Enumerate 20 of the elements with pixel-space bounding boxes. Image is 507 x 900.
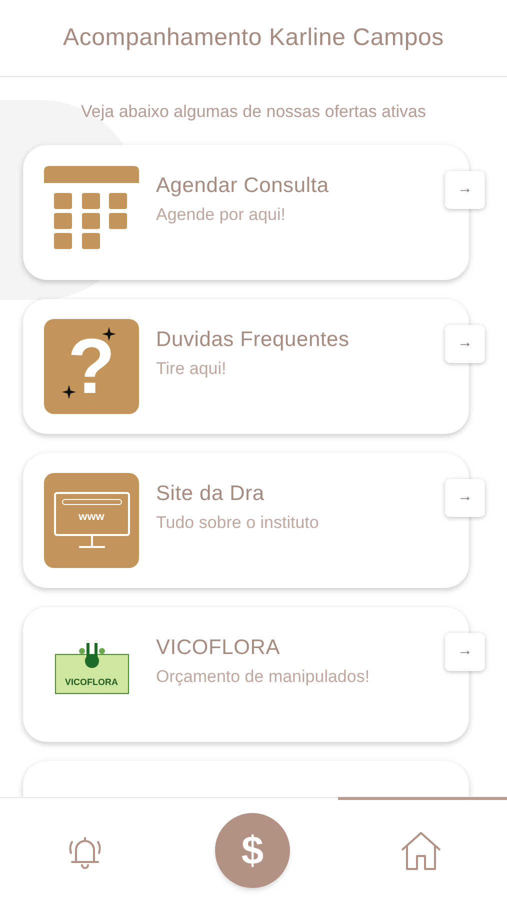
arrow-button[interactable]: → [445,324,485,362]
offer-title: Site da Dra [156,480,266,506]
arrow-button[interactable]: → [445,170,485,208]
vicoflora-logo: VICOFLORA [44,626,139,722]
question-icon: ? [44,318,139,414]
arrow-button[interactable]: → [445,632,485,670]
offer-title: VICOFLORA [156,634,282,660]
offer-title: Duvidas Frequentes [156,326,350,352]
page-title: Acompanhamento Karline Campos [63,23,444,53]
offer-subtitle: Orçamento de manipulados! [156,666,370,688]
payment-button[interactable]: $ [215,813,290,888]
arrow-button[interactable]: → [445,478,485,516]
offer-title: Agendar Consulta [156,172,329,198]
offer-subtitle: Tudo sobre o instituto [156,512,319,534]
computer-monitor-icon: www [44,472,139,568]
offer-subtitle: Tire aqui! [156,358,228,380]
offer-subtitle: Agende por aqui! [156,204,286,226]
calendar-icon [44,164,139,250]
home-icon[interactable] [399,830,443,872]
subtitle: Veja abaixo algumas de nossas ofertas ativas [80,101,427,123]
